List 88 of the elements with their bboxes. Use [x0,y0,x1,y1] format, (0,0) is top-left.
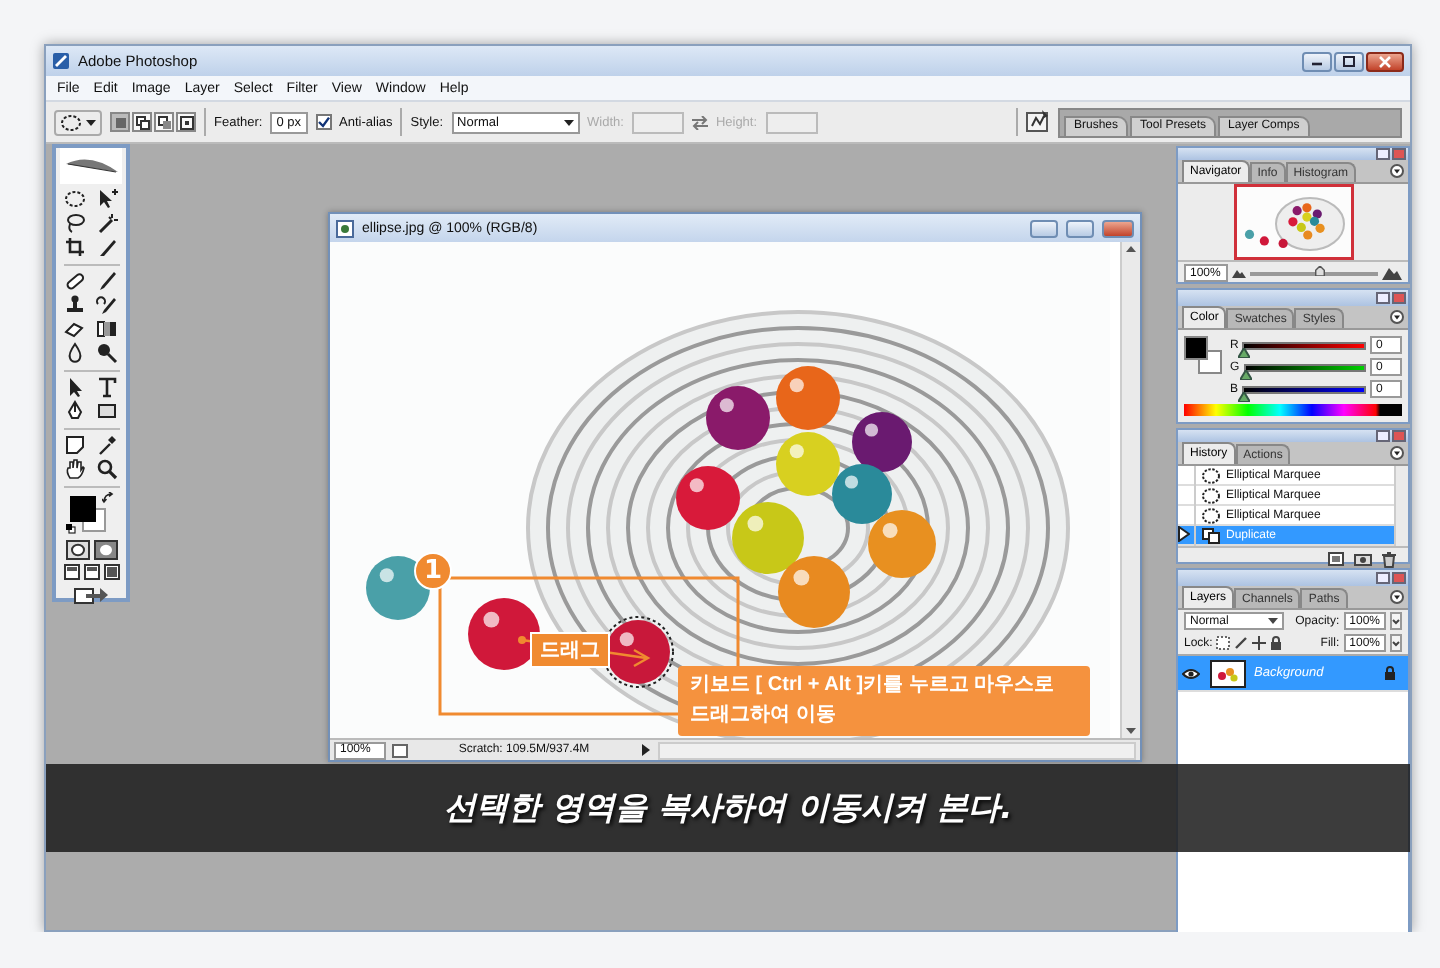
selection-mode-button[interactable] [176,112,196,132]
zoom-slider-thumb[interactable] [1314,265,1327,275]
duplicate-icon [1202,527,1220,543]
collapse-button[interactable] [1376,148,1390,160]
drag-label: 드래그 [530,632,610,668]
channel-slider-thumb[interactable] [1238,347,1251,357]
maximize-button[interactable] [1334,51,1364,71]
crop-icon[interactable] [63,236,85,258]
collapse-button[interactable] [1376,430,1390,442]
lasso-icon[interactable] [63,212,85,234]
foreground-color-swatch[interactable] [1184,336,1208,360]
standard-mode-icon[interactable] [65,540,89,560]
jump-to-icon[interactable] [73,584,109,604]
caret-icon[interactable] [563,119,574,125]
eraser-icon[interactable] [63,318,85,340]
screen-mode-icon[interactable] [63,564,79,580]
gradient-icon[interactable] [95,318,117,340]
screen-mode-icon[interactable] [83,564,99,580]
vertical-scrollbar[interactable] [1120,242,1140,738]
camera-icon[interactable] [1354,552,1372,566]
note-icon[interactable] [63,434,85,456]
channel-slider-thumb[interactable] [1239,369,1252,379]
lock-all-icon[interactable] [1270,636,1283,650]
channel-slider-thumb[interactable] [1238,391,1251,401]
scroll-down-icon[interactable] [1126,728,1136,734]
screen-mode-icon[interactable] [103,564,119,580]
pen-icon[interactable] [63,400,85,422]
collapse-button[interactable] [1376,572,1390,584]
caption-text: 선택한 영역을 복사하여 이동시켜 본다. [443,787,1013,829]
close-icon[interactable] [1378,55,1392,67]
zoom-out-icon[interactable] [1232,268,1246,278]
caret-icon[interactable] [86,119,96,125]
tool-preset-picker[interactable] [54,109,102,135]
foreground-color-swatch[interactable] [69,496,95,522]
lock-brush-icon[interactable] [1234,636,1249,650]
marquee-icon[interactable] [60,113,82,131]
selection-mode-button[interactable] [154,112,174,132]
panel-menu-icon[interactable] [1390,590,1404,604]
bandage-icon[interactable] [63,270,85,292]
lock-transparency-icon[interactable] [1216,636,1231,650]
magic-wand-icon[interactable] [95,212,117,234]
type-icon[interactable] [95,376,117,398]
new-document-icon[interactable] [1328,552,1344,566]
history-brush-icon[interactable] [95,294,117,316]
quick-mask-icon[interactable] [93,540,117,560]
color-spectrum-bar[interactable] [1184,404,1402,416]
close-button[interactable] [1366,51,1404,71]
swap-icon[interactable] [691,115,708,129]
drop-icon[interactable] [63,342,85,364]
eyedropper-icon[interactable] [95,434,117,456]
knife-icon[interactable] [95,236,117,258]
anti-alias-checkbox[interactable] [315,114,332,130]
panel-menu-icon[interactable] [1390,164,1404,178]
status-icon [392,743,408,757]
brush-icon[interactable] [95,270,117,292]
vertical-scrollbar[interactable] [1394,466,1408,546]
maximize-icon[interactable] [1342,55,1356,67]
close-button[interactable] [1102,219,1134,237]
instruction-callout: 키보드 [ Ctrl + Alt ]키를 누르고 마우스로 드래그하여 이동 [678,666,1090,736]
panel-menu-icon[interactable] [1390,446,1404,460]
document-icon [336,219,354,237]
selection-marquee [602,616,674,688]
scroll-up-icon[interactable] [1126,246,1136,252]
default-colors-icon[interactable] [65,524,75,534]
palette-well-icon[interactable] [1026,110,1050,134]
caret-icon[interactable] [1268,618,1278,624]
layer-thumbnail-drawing [1210,659,1246,687]
collapse-button[interactable] [1376,292,1390,304]
app-icon [52,52,70,70]
view-area-frame[interactable] [1233,184,1353,260]
eye-icon[interactable] [1181,667,1199,679]
lock-position-icon[interactable] [1252,636,1267,650]
zoom-icon[interactable] [95,458,117,480]
panel-menu-icon[interactable] [1390,310,1404,324]
history-state-slider-icon[interactable] [1178,525,1190,541]
play-arrow-icon[interactable] [640,744,652,756]
selection-mode-button[interactable] [132,112,152,132]
feather-logo-drawing [60,148,122,184]
marquee-icon[interactable] [63,188,85,210]
hand-icon[interactable] [63,458,85,480]
move-icon[interactable] [95,188,117,210]
trash-icon[interactable] [1382,552,1396,568]
stamp-icon[interactable] [63,294,85,316]
zoom-in-icon[interactable] [1382,266,1402,280]
rectangle-icon[interactable] [95,400,117,422]
swap-colors-icon[interactable] [101,492,113,504]
horizontal-scrollbar[interactable] [658,741,1136,759]
minimize-button[interactable] [1302,51,1332,71]
